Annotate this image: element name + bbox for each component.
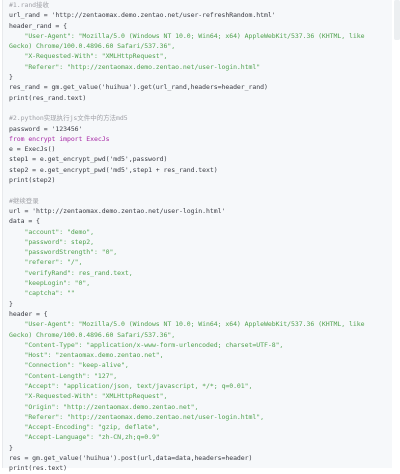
code-line: print(res.text) <box>9 464 67 473</box>
code-line: "Content-Length": "127", <box>9 371 118 380</box>
code-line: password = '123456' <box>9 124 83 133</box>
code-line: } <box>9 73 13 82</box>
code-line: print(step2) <box>9 176 56 185</box>
code-line: "keepLogin": "0", <box>9 279 91 288</box>
code-line: res_rand = gm.get_value('huihua').get(ur… <box>9 83 268 92</box>
code-line: "User-Agent": "Mozilla/5.0 (Windows NT 1… <box>9 320 365 329</box>
code-line: from encrypt import ExecJs <box>9 134 110 143</box>
code-line: e = ExecJs() <box>9 145 56 154</box>
code-line: "Host": "zentaomax.demo.zentao.net", <box>9 351 164 360</box>
code-line: step2 = e.get_encrypt_pwd('md5',step1 + … <box>9 165 218 174</box>
code-line: "referer": "/", <box>9 258 83 267</box>
code-line: "captcha": "" <box>9 289 75 298</box>
code-line: "passwordStrength": "0", <box>9 248 118 257</box>
code-line: "Connection": "keep-alive", <box>9 361 129 370</box>
code-line: "password": step2, <box>9 237 94 246</box>
code-line: "Referer": "http://zentaomax.demo.zentao… <box>9 412 264 421</box>
code-line: url_rand = 'http://zentaomax.demo.zentao… <box>9 11 276 20</box>
code-line: data = { <box>9 217 40 226</box>
code-line: #1.rand接收 <box>9 1 49 9</box>
code-line: "User-Agent": "Mozilla/5.0 (Windows NT 1… <box>9 31 365 40</box>
scrollbar-thumb[interactable] <box>394 0 400 40</box>
code-line: "X-Requested-With": "XMLHttpRequest", <box>9 392 168 401</box>
code-line: "Origin": "http://zentaomax.demo.zentao.… <box>9 402 199 411</box>
code-line: #继续登录 <box>9 196 39 205</box>
code-line: } <box>9 299 13 308</box>
code-line: print(res_rand.text) <box>9 93 87 102</box>
code-line: Gecko) Chrome/100.0.4896.60 Safari/537.3… <box>9 330 176 339</box>
code-line: "Accept-Encoding": "gzip, deflate", <box>9 423 160 432</box>
code-line: header = { <box>9 309 48 318</box>
code-line: #2.python实现执行js文件中的方法md5 <box>9 114 128 123</box>
code-lines: #1.rand接收 url_rand = 'http://zentaomax.de… <box>9 0 388 474</box>
code-line: "Referer": "http://zentaomax.demo.zentao… <box>9 62 261 71</box>
code-line: url = 'http://zentaomax.demo.zentao.net/… <box>9 206 226 215</box>
code-line: step1 = e.get_encrypt_pwd('md5',password… <box>9 155 168 164</box>
code-line: res = gm.get_value('huihua').post(url,da… <box>9 454 253 463</box>
code-line: "verifyRand": res_rand.text, <box>9 268 133 277</box>
code-line: } <box>9 443 13 452</box>
code-line: "Content-Type": "application/x-www-form-… <box>9 340 284 349</box>
code-line: "X-Requested-With": "XMLHttpRequest", <box>9 52 168 61</box>
code-line: "Accept-Language": "zh-CN,zh;q=0.9" <box>9 433 160 442</box>
code-line: "Accept": "application/json, text/javasc… <box>9 381 253 390</box>
code-line: "account": "demo", <box>9 227 94 236</box>
code-line: header_rand = { <box>9 21 67 30</box>
code-block: #1.rand接收 url_rand = 'http://zentaomax.de… <box>2 0 392 472</box>
code-line: Gecko) Chrome/100.0.4896.60 Safari/537.3… <box>9 42 176 51</box>
